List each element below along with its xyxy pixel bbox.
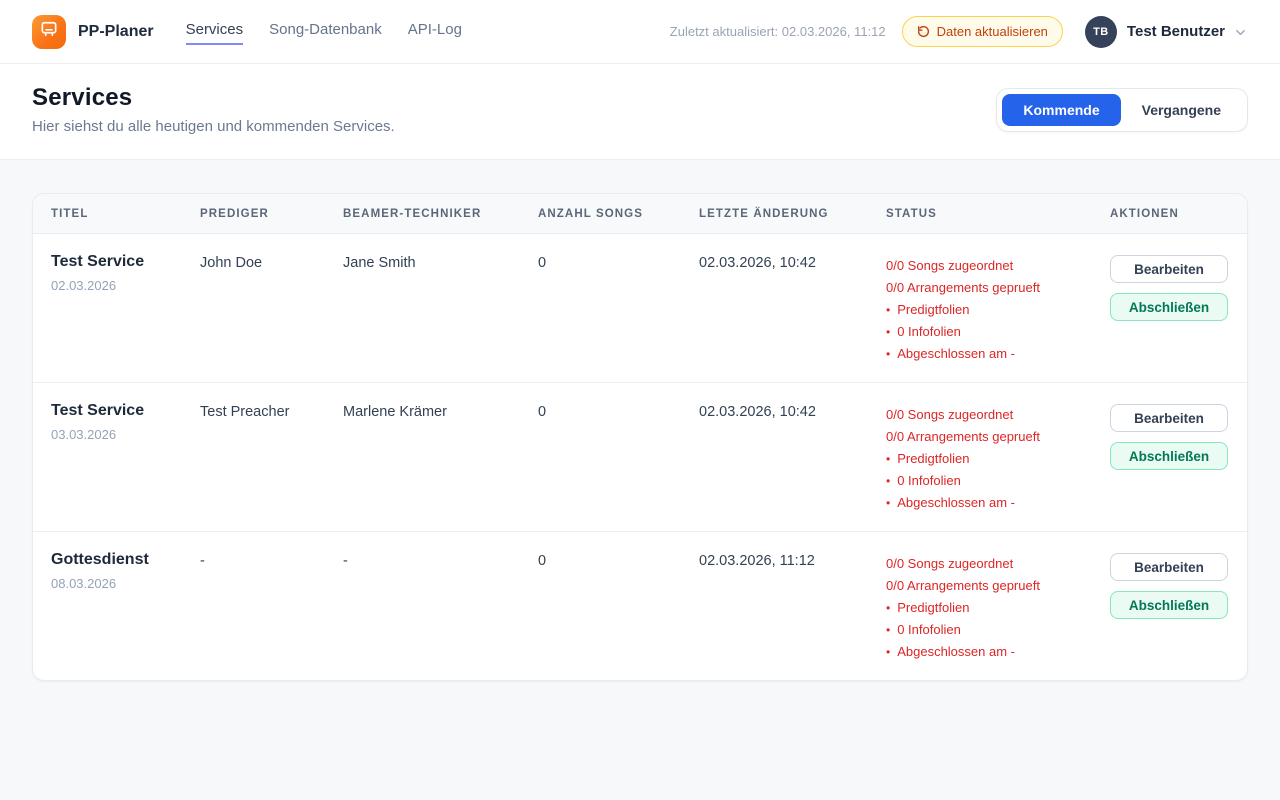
nav-tab-song-datenbank[interactable]: Song-Datenbank [269, 21, 382, 45]
song-count-cell: 0 [538, 551, 699, 569]
app-logo [32, 15, 66, 49]
beamer-technician-cell: - [343, 551, 538, 569]
service-title: Gottesdienst [51, 551, 200, 569]
status-songs: 0/0 Songs zugeordnet [886, 255, 1110, 277]
top-bar: PP-Planer Services Song-Datenbank API-Lo… [0, 0, 1280, 64]
refresh-data-button[interactable]: Daten aktualisieren [902, 16, 1063, 47]
status-bullet: Predigtfolien [886, 299, 1110, 321]
page-header-text: Services Hier siehst du alle heutigen un… [32, 84, 395, 135]
table-row: Test Service 02.03.2026 John Doe Jane Sm… [33, 234, 1247, 383]
status-bullet: 0 Infofolien [886, 321, 1110, 343]
status-songs: 0/0 Songs zugeordnet [886, 404, 1110, 426]
column-header-prediger: PREDIGER [200, 208, 343, 220]
page-subtitle: Hier siehst du alle heutigen und kommend… [32, 118, 395, 135]
actions-cell: Bearbeiten Abschließen [1110, 253, 1229, 321]
status-arrangements: 0/0 Arrangements geprueft [886, 426, 1110, 448]
filter-vergangene-button[interactable]: Vergangene [1121, 94, 1242, 126]
edit-button[interactable]: Bearbeiten [1110, 553, 1228, 581]
song-count-cell: 0 [538, 253, 699, 271]
service-date: 08.03.2026 [51, 576, 200, 591]
status-songs: 0/0 Songs zugeordnet [886, 553, 1110, 575]
column-header-status: STATUS [886, 208, 1110, 220]
complete-button[interactable]: Abschließen [1110, 442, 1228, 470]
status-bullet-list: Predigtfolien 0 Infofolien Abgeschlossen… [886, 597, 1110, 663]
service-date: 03.03.2026 [51, 427, 200, 442]
actions-cell: Bearbeiten Abschließen [1110, 551, 1229, 619]
preacher-cell: Test Preacher [200, 402, 343, 420]
main-nav: Services Song-Datenbank API-Log [186, 21, 462, 45]
page-header: Services Hier siehst du alle heutigen un… [0, 64, 1280, 160]
services-table-card: TITEL PREDIGER BEAMER-TECHNIKER ANZAHL S… [32, 193, 1248, 681]
nav-tab-api-log[interactable]: API-Log [408, 21, 462, 45]
chevron-down-icon [1233, 23, 1248, 40]
service-filter-toggle: Kommende Vergangene [996, 88, 1248, 132]
top-bar-right: Zuletzt aktualisiert: 02.03.2026, 11:12 … [670, 16, 1248, 48]
column-header-anzahl-songs: ANZAHL SONGS [538, 208, 699, 220]
column-header-aktionen: AKTIONEN [1110, 208, 1229, 220]
status-bullet-list: Predigtfolien 0 Infofolien Abgeschlossen… [886, 299, 1110, 365]
status-bullet: Abgeschlossen am - [886, 343, 1110, 365]
service-title: Test Service [51, 253, 200, 271]
service-title: Test Service [51, 402, 200, 420]
nav-tab-services[interactable]: Services [186, 21, 244, 45]
status-arrangements: 0/0 Arrangements geprueft [886, 575, 1110, 597]
actions-cell: Bearbeiten Abschließen [1110, 402, 1229, 470]
last-change-cell: 02.03.2026, 10:42 [699, 402, 886, 420]
service-title-cell: Test Service 03.03.2026 [51, 402, 200, 442]
status-bullet: Predigtfolien [886, 597, 1110, 619]
table-header-row: TITEL PREDIGER BEAMER-TECHNIKER ANZAHL S… [33, 194, 1247, 234]
user-name: Test Benutzer [1127, 23, 1225, 40]
status-arrangements: 0/0 Arrangements geprueft [886, 277, 1110, 299]
last-change-cell: 02.03.2026, 11:12 [699, 551, 886, 569]
projector-icon [39, 19, 59, 44]
column-header-beamer-techniker: BEAMER-TECHNIKER [343, 208, 538, 220]
avatar: TB [1085, 16, 1117, 48]
complete-button[interactable]: Abschließen [1110, 293, 1228, 321]
refresh-icon [917, 25, 930, 38]
preacher-cell: - [200, 551, 343, 569]
last-change-cell: 02.03.2026, 10:42 [699, 253, 886, 271]
service-title-cell: Gottesdienst 08.03.2026 [51, 551, 200, 591]
complete-button[interactable]: Abschließen [1110, 591, 1228, 619]
page-title: Services [32, 84, 395, 112]
main-content: TITEL PREDIGER BEAMER-TECHNIKER ANZAHL S… [0, 160, 1280, 681]
preacher-cell: John Doe [200, 253, 343, 271]
last-updated-text: Zuletzt aktualisiert: 02.03.2026, 11:12 [670, 24, 886, 39]
song-count-cell: 0 [538, 402, 699, 420]
status-bullet: Abgeschlossen am - [886, 641, 1110, 663]
edit-button[interactable]: Bearbeiten [1110, 404, 1228, 432]
status-bullet: Abgeschlossen am - [886, 492, 1110, 514]
status-cell: 0/0 Songs zugeordnet 0/0 Arrangements ge… [886, 402, 1110, 514]
refresh-button-label: Daten aktualisieren [937, 24, 1048, 39]
table-row: Gottesdienst 08.03.2026 - - 0 02.03.2026… [33, 532, 1247, 680]
status-cell: 0/0 Songs zugeordnet 0/0 Arrangements ge… [886, 551, 1110, 663]
status-bullet: Predigtfolien [886, 448, 1110, 470]
user-menu[interactable]: TB Test Benutzer [1085, 16, 1248, 48]
brand-name: PP-Planer [78, 23, 154, 41]
status-cell: 0/0 Songs zugeordnet 0/0 Arrangements ge… [886, 253, 1110, 365]
column-header-letzte-aenderung: LETZTE ÄNDERUNG [699, 208, 886, 220]
service-date: 02.03.2026 [51, 278, 200, 293]
service-title-cell: Test Service 02.03.2026 [51, 253, 200, 293]
beamer-technician-cell: Jane Smith [343, 253, 538, 271]
edit-button[interactable]: Bearbeiten [1110, 255, 1228, 283]
status-bullet: 0 Infofolien [886, 619, 1110, 641]
column-header-titel: TITEL [51, 208, 200, 220]
table-row: Test Service 03.03.2026 Test Preacher Ma… [33, 383, 1247, 532]
status-bullet: 0 Infofolien [886, 470, 1110, 492]
beamer-technician-cell: Marlene Krämer [343, 402, 538, 420]
filter-kommende-button[interactable]: Kommende [1002, 94, 1120, 126]
status-bullet-list: Predigtfolien 0 Infofolien Abgeschlossen… [886, 448, 1110, 514]
